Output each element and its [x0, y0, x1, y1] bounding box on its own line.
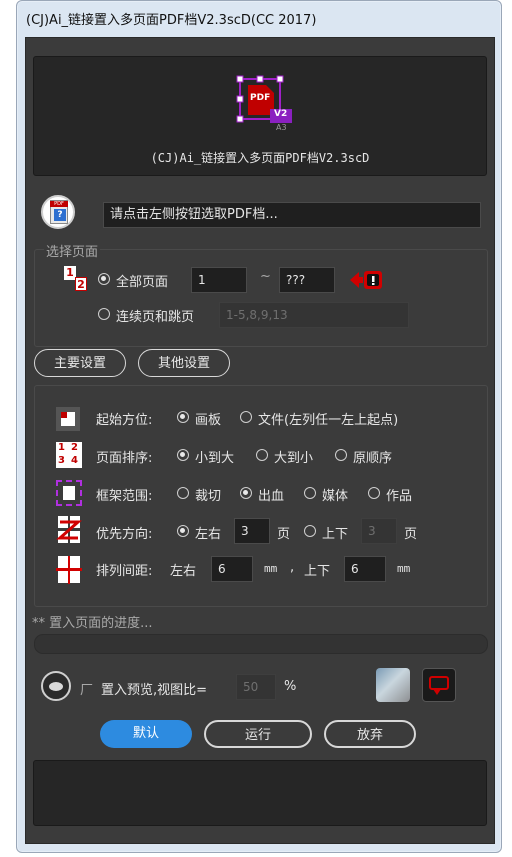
progress-bar [34, 634, 488, 654]
preview-checkbox[interactable]: 厂 [80, 679, 93, 698]
frame-media-radio[interactable] [304, 487, 316, 499]
page-range-label[interactable]: 连续页和跳页 [116, 306, 194, 325]
page-number-icon: 1 2 [64, 266, 88, 292]
spacing-h-label: 左右 [170, 564, 197, 579]
start-position-icon [56, 407, 80, 431]
pdf-path-field[interactable]: 请点击左侧按钮选取PDF档... [103, 202, 481, 228]
direction-icon [56, 516, 82, 544]
range-tilde: ~ [260, 269, 271, 284]
page-range-radio[interactable] [98, 308, 110, 320]
spacing-v-unit: mm [397, 562, 411, 575]
frame-media-label[interactable]: 媒体 [322, 485, 348, 504]
page-range-field[interactable]: 1-5,8,9,13 [219, 302, 409, 328]
page-selection-group [34, 249, 488, 347]
start-document-radio[interactable] [240, 411, 252, 423]
preview-button[interactable] [41, 671, 71, 701]
order-ascending-label[interactable]: 小到大 [195, 447, 234, 466]
order-original-label[interactable]: 原顺序 [353, 447, 392, 466]
start-document-label[interactable]: 文件(左列任一左上起点) [258, 409, 398, 428]
vertical-pages-field[interactable]: 3 [361, 518, 397, 544]
frame-art-radio[interactable] [368, 487, 380, 499]
question-icon: ? [54, 209, 66, 221]
tab-main-settings[interactable]: 主要设置 [34, 349, 126, 377]
horizontal-pages-unit: 页 [277, 527, 291, 542]
pdf-badge-text: PDF [50, 201, 68, 207]
frame-range-label: 框架范围: [96, 489, 153, 504]
header-caption: (CJ)Ai_链接置入多页面PDF档V2.3scD [150, 151, 370, 165]
frame-crop-radio[interactable] [177, 487, 189, 499]
page-order-icon: 1 2 3 4 [56, 442, 82, 468]
header-box: PDF V2 A3 (CJ)Ai_链接置入多页面PDF档V2.3scD [33, 56, 487, 176]
order-original-radio[interactable] [335, 449, 347, 461]
log-area [33, 760, 487, 826]
zoom-ratio-field[interactable]: 50 [236, 674, 276, 700]
order-ascending-radio[interactable] [177, 449, 189, 461]
frame-crop-label[interactable]: 裁切 [195, 485, 221, 504]
frame-bleed-radio[interactable] [240, 487, 252, 499]
page-selection-legend: 选择页面 [44, 241, 101, 260]
logo-pdf-text: PDF [250, 93, 271, 103]
start-artboard-radio[interactable] [177, 411, 189, 423]
direction-horizontal-label[interactable]: 左右 [195, 523, 221, 542]
direction-vertical-radio[interactable] [304, 525, 316, 537]
logo-sub-text: A3 [276, 123, 287, 132]
frame-art-label[interactable]: 作品 [386, 485, 412, 504]
default-button[interactable]: 默认 [100, 720, 192, 748]
chat-icon[interactable] [422, 668, 456, 702]
start-position-label: 起始方位: [96, 413, 153, 428]
spacing-v-field[interactable]: 6 [344, 556, 386, 582]
frame-bleed-label[interactable]: 出血 [258, 485, 284, 504]
start-artboard-label[interactable]: 画板 [195, 409, 221, 428]
horizontal-pages-field[interactable]: 3 [234, 518, 270, 544]
to-page-field[interactable]: ??? [279, 267, 335, 293]
order-descending-radio[interactable] [256, 449, 268, 461]
window-title: (CJ)Ai_链接置入多页面PDF档V2.3scD(CC 2017) [26, 13, 317, 28]
all-pages-radio[interactable] [98, 273, 110, 285]
run-button[interactable]: 运行 [204, 720, 312, 748]
spacing-h-field[interactable]: 6 [211, 556, 253, 582]
spacing-h-unit: mm [264, 562, 278, 575]
title-bar[interactable]: (CJ)Ai_链接置入多页面PDF档V2.3scD(CC 2017) [17, 1, 501, 33]
from-page-field[interactable]: 1 [191, 267, 247, 293]
preview-label: 置入预览,视图比= [101, 683, 208, 698]
preview-oval-icon [49, 682, 63, 691]
spacing-label: 排列间距: [96, 564, 153, 579]
vertical-pages-unit: 页 [404, 527, 418, 542]
direction-label: 优先方向: [96, 527, 153, 542]
photo-icon[interactable] [376, 668, 410, 702]
order-descending-label[interactable]: 大到小 [274, 447, 313, 466]
progress-label: ** 置入页面的进度... [32, 616, 153, 631]
pdf-logo-icon: PDF V2 A3 [230, 73, 300, 135]
direction-horizontal-radio[interactable] [177, 525, 189, 537]
frame-range-icon [56, 480, 82, 506]
warning-icon[interactable] [349, 269, 383, 291]
spacing-v-label: 上下 [304, 564, 331, 579]
page-order-label: 页面排序: [96, 451, 153, 466]
zoom-percent: % [284, 679, 297, 694]
tab-other-settings[interactable]: 其他设置 [138, 349, 230, 377]
logo-version-text: V2 [274, 109, 288, 119]
app-window: (CJ)Ai_链接置入多页面PDF档V2.3scD(CC 2017) PDF V… [16, 0, 502, 853]
direction-vertical-label[interactable]: 上下 [322, 523, 348, 542]
spacing-comma: , [290, 560, 295, 575]
pdf-file-icon: PDF ? [50, 200, 68, 224]
cancel-button[interactable]: 放弃 [324, 720, 416, 748]
spacing-icon [56, 556, 82, 584]
main-panel: PDF V2 A3 (CJ)Ai_链接置入多页面PDF档V2.3scD PDF … [25, 37, 495, 844]
pick-pdf-button[interactable]: PDF ? [41, 195, 75, 229]
all-pages-label[interactable]: 全部页面 [116, 271, 168, 290]
